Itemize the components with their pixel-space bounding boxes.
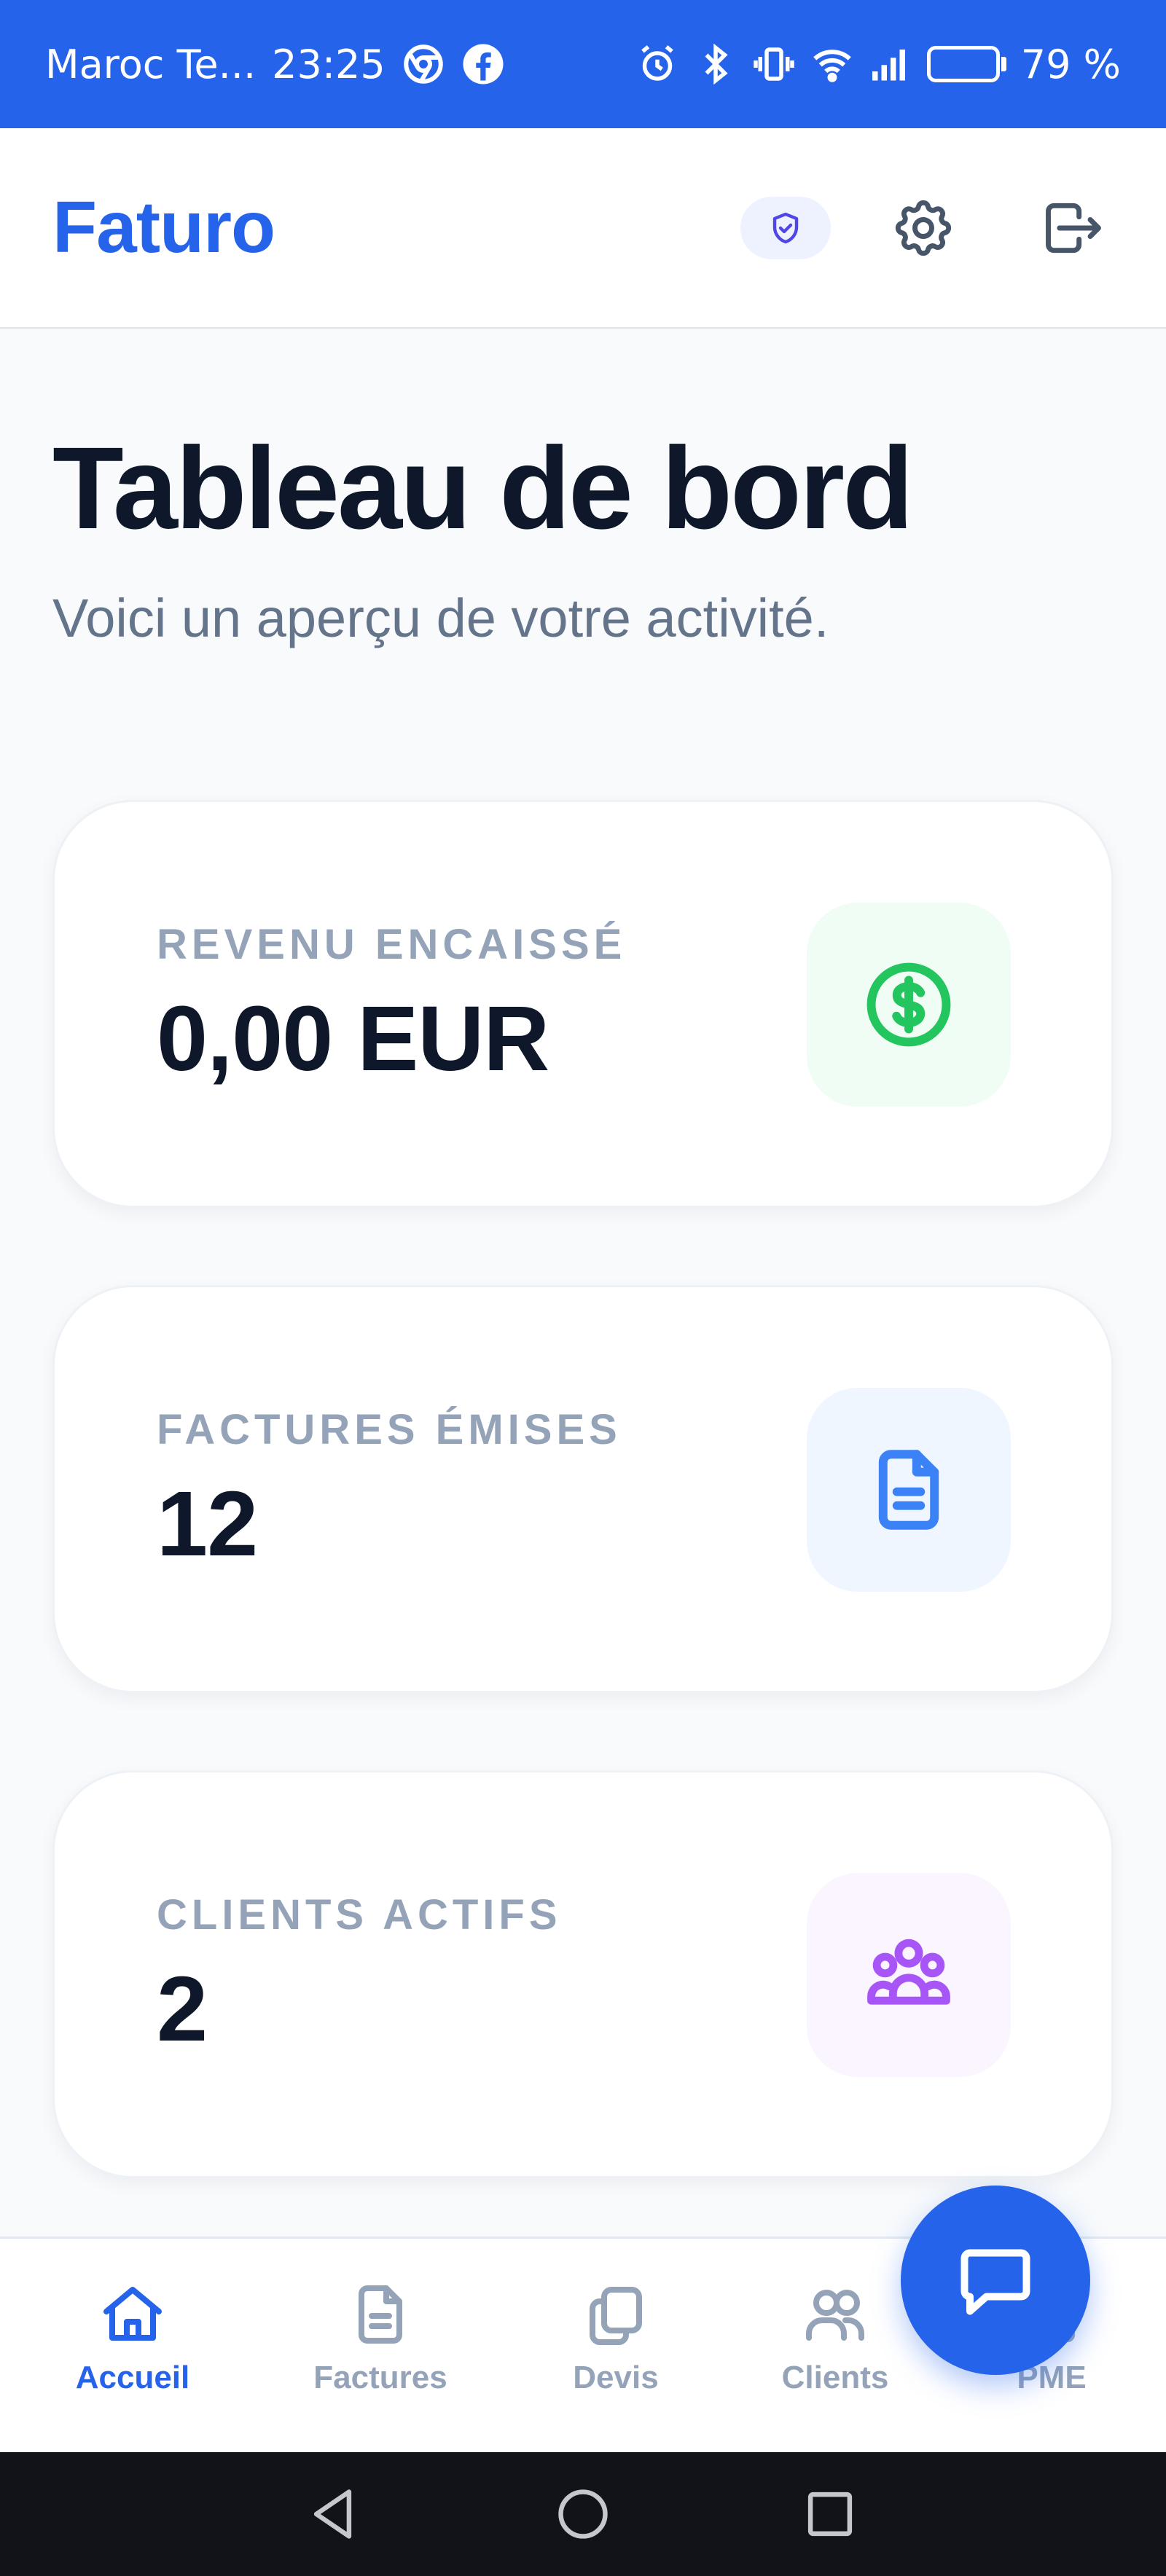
nav-item-accueil[interactable]: Accueil: [38, 2279, 227, 2396]
shield-icon: [772, 212, 799, 243]
logout-icon: [1046, 203, 1101, 253]
recents-square-icon: [807, 2491, 853, 2537]
app-header: Faturo: [0, 128, 1166, 329]
stat-icon-box: [807, 1873, 1011, 2077]
facebook-icon: [461, 42, 505, 86]
bluetooth-icon: [694, 42, 737, 86]
nav-label: Accueil: [75, 2360, 190, 2395]
stat-card-revenue[interactable]: REVENU ENCAISSÉ 0,00 EUR: [52, 800, 1114, 1208]
security-badge[interactable]: [740, 196, 831, 259]
stat-value: 0,00 EUR: [157, 987, 549, 1090]
document-icon: [878, 1450, 939, 1530]
carrier-name: Maroc Te...: [45, 41, 257, 87]
stat-value: 12: [157, 1472, 258, 1575]
stat-label: FACTURES ÉMISES: [157, 1406, 622, 1453]
recents-button[interactable]: [797, 2481, 863, 2547]
chrome-icon: [402, 42, 445, 86]
users-icon: [806, 2290, 864, 2341]
nav-label: Devis: [573, 2360, 659, 2395]
dollar-icon: [866, 962, 951, 1047]
stat-card-invoices[interactable]: FACTURES ÉMISES 12: [52, 1285, 1114, 1693]
stat-label: REVENU ENCAISSÉ: [157, 921, 627, 968]
vibrate-icon: [752, 42, 796, 86]
nav-label: Factures: [313, 2360, 447, 2395]
chat-icon: [960, 2249, 1030, 2315]
stat-card-clients[interactable]: CLIENTS ACTIFS 2: [52, 1770, 1114, 2178]
back-triangle-icon: [313, 2489, 352, 2539]
system-navigation-bar: [0, 2452, 1166, 2576]
status-time: 23:25: [272, 41, 386, 87]
nav-item-devis[interactable]: Devis: [521, 2279, 711, 2396]
stat-icon-box: [807, 903, 1011, 1107]
back-button[interactable]: [303, 2481, 369, 2547]
page-title: Tableau de bord: [52, 423, 914, 553]
stat-icon-box: [807, 1388, 1011, 1592]
stat-value: 2: [157, 1957, 208, 2060]
alarm-icon: [635, 42, 679, 86]
stat-label: CLIENTS ACTIFS: [157, 1891, 562, 1939]
wifi-icon: [810, 42, 854, 86]
battery-percent: 79 %: [1020, 41, 1121, 87]
nav-item-clients[interactable]: Clients: [740, 2279, 930, 2396]
gear-icon: [895, 200, 952, 256]
users-icon: [867, 1939, 950, 2005]
nav-item-factures[interactable]: Factures: [286, 2279, 475, 2396]
nav-label: Clients: [781, 2360, 889, 2395]
signal-icon: [869, 42, 912, 86]
document-icon: [359, 2285, 402, 2344]
home-icon: [103, 2287, 162, 2341]
settings-button[interactable]: [883, 188, 963, 268]
logout-button[interactable]: [1033, 188, 1114, 268]
copy-icon: [590, 2287, 642, 2345]
page-subtitle: Voici un aperçu de votre activité.: [52, 588, 829, 648]
home-circle-icon: [558, 2489, 608, 2539]
status-bar: Maroc Te... 23:25 79 %: [0, 0, 1166, 128]
chat-fab-button[interactable]: [901, 2186, 1090, 2375]
app-brand: Faturo: [52, 186, 275, 268]
home-button[interactable]: [550, 2481, 616, 2547]
battery-icon: [926, 46, 1006, 82]
